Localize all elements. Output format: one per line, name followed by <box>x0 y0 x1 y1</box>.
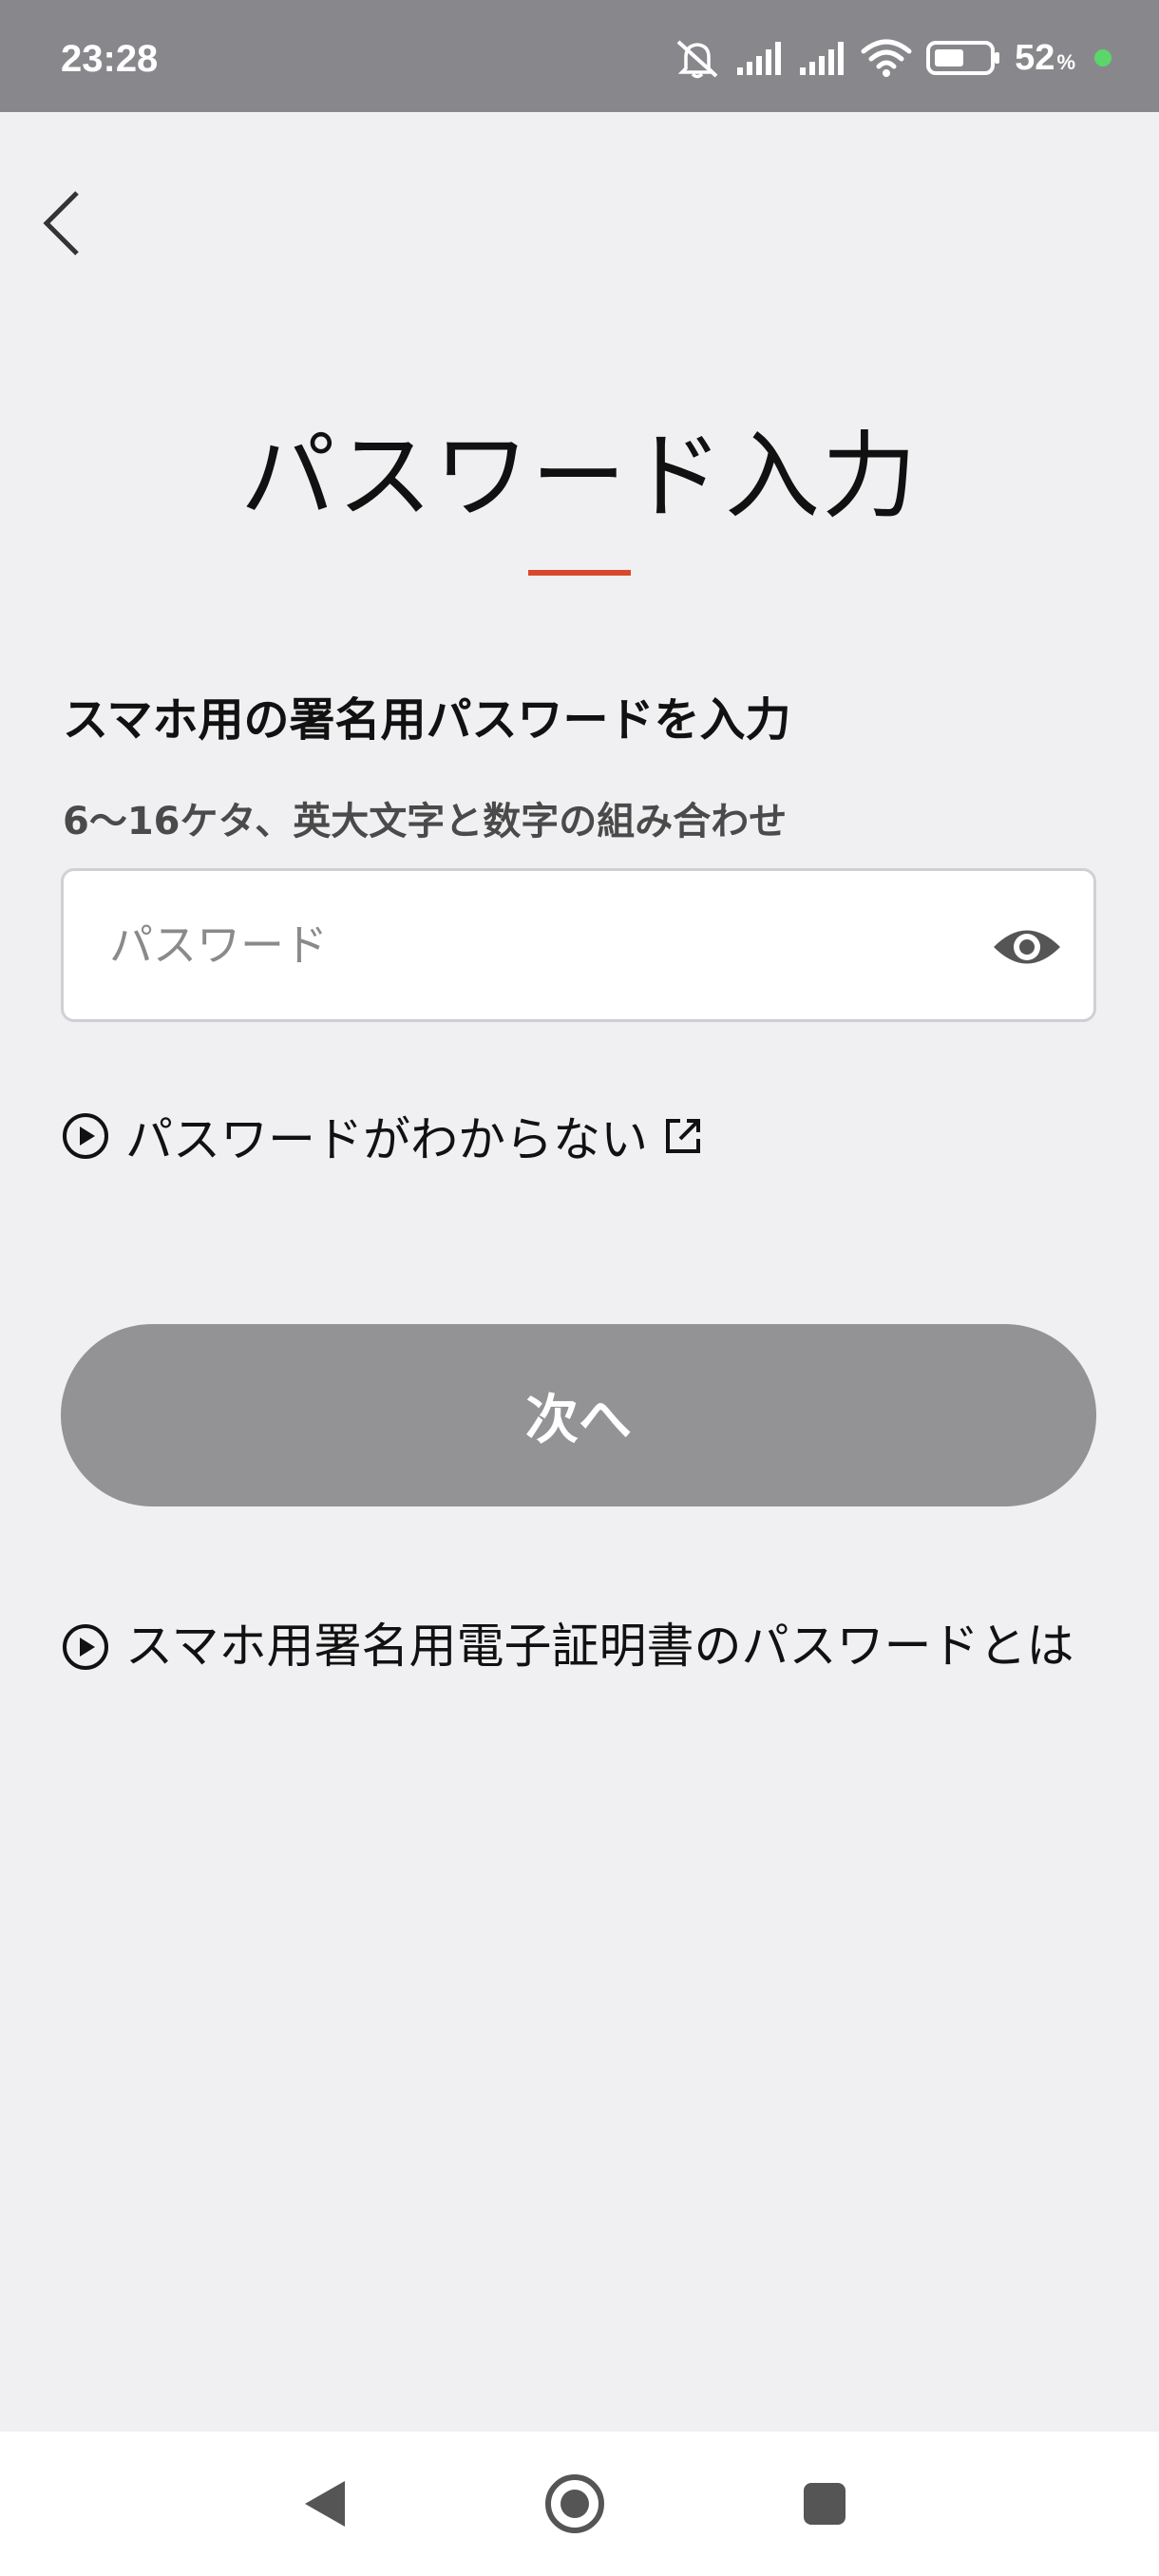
home-circle-icon <box>545 2474 604 2533</box>
page-title: パスワード入力 <box>240 421 919 532</box>
about-password-link[interactable]: スマホ用署名用電子証明書のパスワードとは <box>61 1611 1087 1681</box>
charging-dot <box>1094 49 1112 66</box>
mute-icon <box>676 40 718 79</box>
forgot-password-link[interactable]: パスワードがわからない <box>61 1102 703 1170</box>
password-entry-screen: 23:28 52 % パスワード入力 スマホ用の署名用パスワードを入力 6〜16… <box>0 0 1159 2576</box>
nav-home-button[interactable] <box>537 2466 613 2542</box>
nav-back-button[interactable] <box>287 2466 363 2542</box>
status-icons: 52% <box>673 34 1112 82</box>
play-circle-icon <box>63 1624 108 1670</box>
signal-icon <box>800 42 845 75</box>
play-circle-icon <box>63 1113 108 1159</box>
nav-recents-button[interactable] <box>787 2466 863 2542</box>
wifi-icon <box>861 39 912 77</box>
status-time: 23:28 <box>61 38 159 80</box>
battery-icon <box>926 41 1000 75</box>
external-link-icon <box>666 1119 700 1153</box>
password-input[interactable] <box>109 871 945 1019</box>
toggle-visibility-button[interactable] <box>991 911 1063 983</box>
status-bar: 23:28 52 % <box>0 0 1159 112</box>
chevron-left-icon <box>43 191 79 256</box>
password-field[interactable] <box>61 868 1096 1022</box>
forgot-password-label: パスワードがわからない <box>125 1112 648 1167</box>
back-button[interactable] <box>28 180 95 266</box>
about-password-label: スマホ用署名用電子証明書のパスワードとは <box>125 1619 1074 1674</box>
battery-percent-sign: % <box>1056 49 1075 74</box>
battery-value: 52 <box>1015 37 1055 78</box>
password-requirement: 6〜16ケタ、英大文字と数字の組み合わせ <box>63 800 788 843</box>
recents-square-icon <box>804 2483 846 2525</box>
battery-percentage: 52% <box>1015 38 1075 79</box>
title-underline <box>528 570 631 576</box>
navigation-bar <box>0 2432 1159 2576</box>
section-heading: スマホ用の署名用パスワードを入力 <box>63 693 791 747</box>
next-button[interactable]: 次へ <box>61 1324 1096 1506</box>
back-triangle-icon <box>305 2481 345 2527</box>
eye-icon <box>994 930 1060 964</box>
signal-icon <box>737 42 782 75</box>
